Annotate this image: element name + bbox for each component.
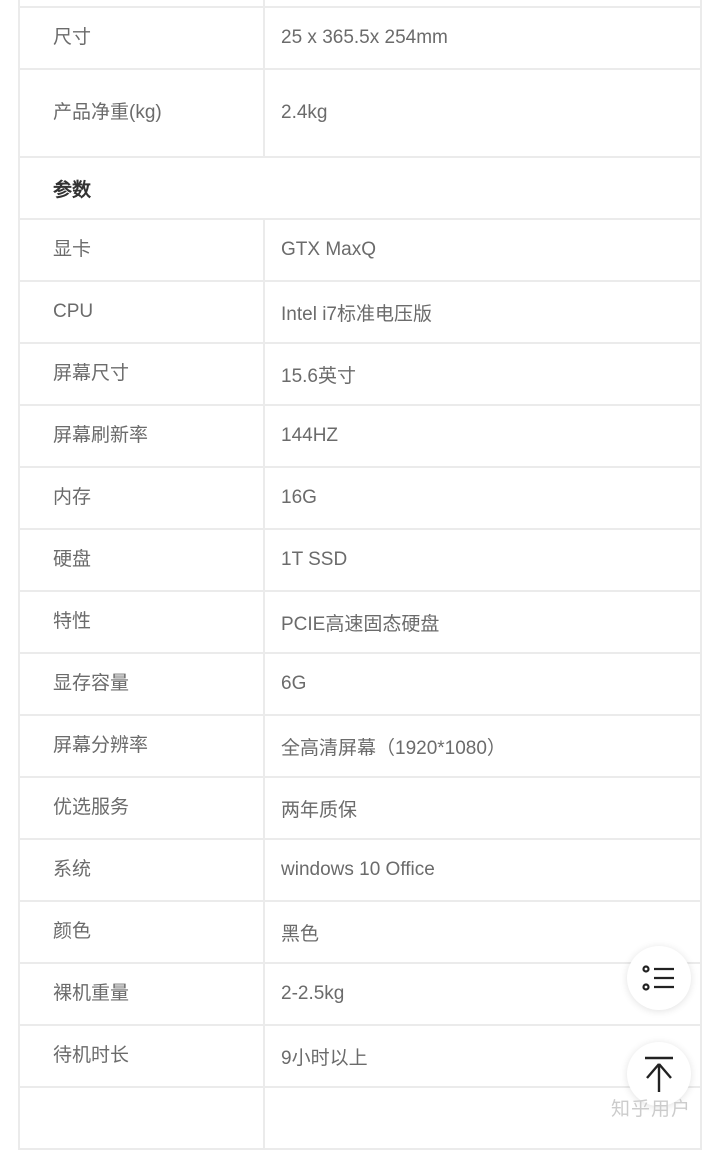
table-row: CPU Intel i7标准电压版 <box>18 280 702 344</box>
back-to-top-icon <box>645 1056 673 1092</box>
spec-label: 系统 <box>18 838 265 902</box>
spec-label <box>18 0 265 8</box>
spec-value: PCIE高速固态硬盘 <box>263 590 702 654</box>
table-row: 屏幕尺寸 15.6英寸 <box>18 342 702 406</box>
table-row: 优选服务 两年质保 <box>18 776 702 840</box>
spec-value: GTX MaxQ <box>263 218 702 282</box>
spec-value: 25 x 365.5x 254mm <box>263 6 702 70</box>
spec-value: 黑色 <box>263 900 702 964</box>
table-row: 参数 <box>18 156 702 220</box>
spec-value: 两年质保 <box>263 776 702 840</box>
spec-value: 16G <box>263 466 702 530</box>
spec-label: 优选服务 <box>18 776 265 840</box>
spec-label <box>18 1086 265 1150</box>
spec-value: 6G <box>263 652 702 716</box>
table-row: 硬盘 1T SSD <box>18 528 702 592</box>
spec-value: 15.6英寸 <box>263 342 702 406</box>
table-row: 内存 16G <box>18 466 702 530</box>
spec-value: windows 10 Office <box>263 838 702 902</box>
spec-label: 裸机重量 <box>18 962 265 1026</box>
spec-label: 屏幕尺寸 <box>18 342 265 406</box>
spec-value: 1T SSD <box>263 528 702 592</box>
spec-value: 2.4kg <box>263 68 702 158</box>
table-row: 产品净重(kg) 2.4kg <box>18 68 702 158</box>
table-row: 系统 windows 10 Office <box>18 838 702 902</box>
section-header: 参数 <box>18 156 702 220</box>
spec-label: 显卡 <box>18 218 265 282</box>
toc-button[interactable] <box>627 946 691 1010</box>
spec-value <box>263 0 702 8</box>
spec-label: CPU <box>18 280 265 344</box>
table-row: 裸机重量 2-2.5kg <box>18 962 702 1026</box>
spec-value: Intel i7标准电压版 <box>263 280 702 344</box>
spec-label: 特性 <box>18 590 265 654</box>
spec-label: 待机时长 <box>18 1024 265 1088</box>
table-row <box>18 1086 702 1150</box>
spec-value: 全高清屏幕（1920*1080） <box>263 714 702 778</box>
table-row: 显卡 GTX MaxQ <box>18 218 702 282</box>
table-row: 特性 PCIE高速固态硬盘 <box>18 590 702 654</box>
table-row: 屏幕刷新率 144HZ <box>18 404 702 468</box>
table-row: 尺寸 25 x 365.5x 254mm <box>18 6 702 70</box>
table-row: 待机时长 9小时以上 <box>18 1024 702 1088</box>
spec-value: 144HZ <box>263 404 702 468</box>
watermark: 知乎用户 <box>611 1099 692 1120</box>
spec-label: 硬盘 <box>18 528 265 592</box>
spec-label: 显存容量 <box>18 652 265 716</box>
spec-label: 产品净重(kg) <box>18 68 265 158</box>
spec-label: 屏幕分辨率 <box>18 714 265 778</box>
spec-label: 屏幕刷新率 <box>18 404 265 468</box>
table-row: 显存容量 6G <box>18 652 702 716</box>
spec-table: 尺寸 25 x 365.5x 254mm 产品净重(kg) 2.4kg 参数 显卡 GTX … <box>18 0 702 1150</box>
table-row <box>18 0 702 8</box>
spec-label: 内存 <box>18 466 265 530</box>
table-row: 屏幕分辨率 全高清屏幕（1920*1080） <box>18 714 702 778</box>
list-icon <box>642 965 674 991</box>
spec-label: 尺寸 <box>18 6 265 70</box>
spec-label: 颜色 <box>18 900 265 964</box>
table-row: 颜色 黑色 <box>18 900 702 964</box>
